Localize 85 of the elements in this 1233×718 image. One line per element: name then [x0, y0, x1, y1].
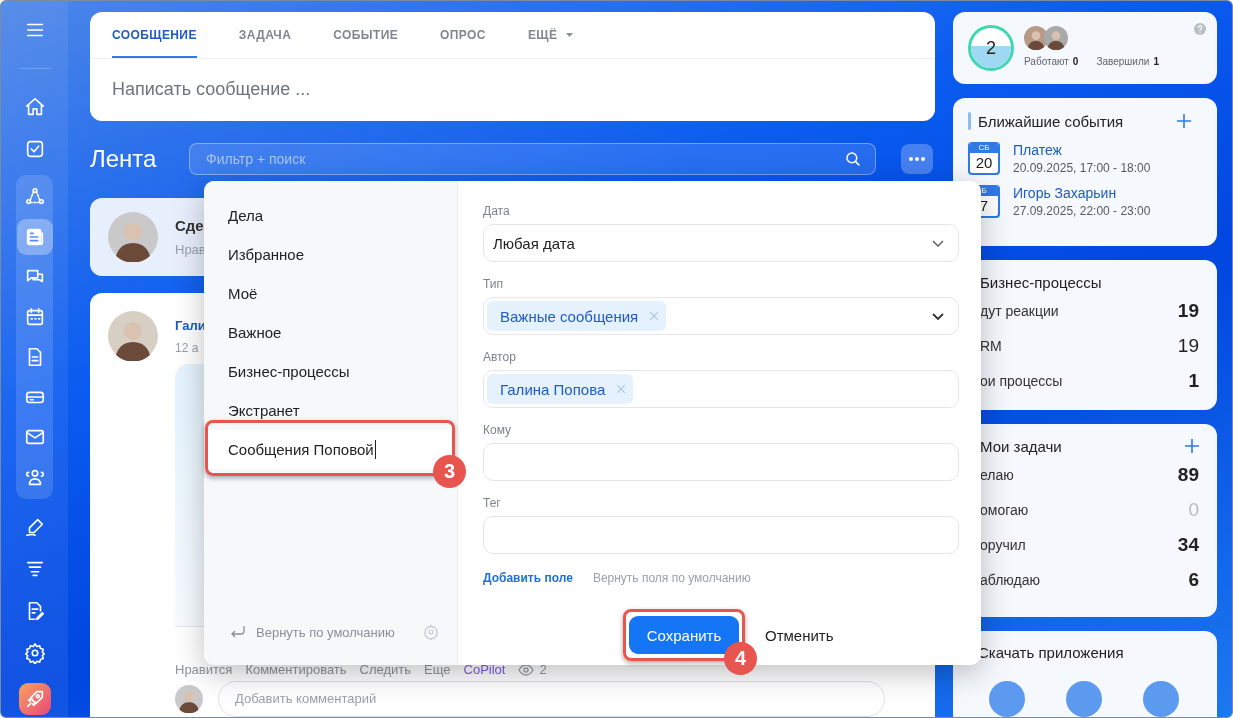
- settings-icon: [23, 642, 46, 664]
- more-button[interactable]: [901, 144, 933, 175]
- copilot-link[interactable]: CoPilot: [463, 662, 506, 678]
- undo-icon: [230, 625, 246, 639]
- filter-preset[interactable]: Моё: [204, 274, 457, 313]
- page-title: Лента: [90, 145, 158, 174]
- counter-label[interactable]: RM: [980, 337, 1002, 354]
- filter-preset[interactable]: Экстранет: [204, 391, 457, 430]
- counter-value: 89: [1177, 463, 1199, 486]
- event-link[interactable]: Платеж: [1013, 142, 1151, 159]
- counter-label[interactable]: аблюдаю: [980, 571, 1040, 588]
- input-field[interactable]: [483, 443, 959, 481]
- save-button[interactable]: Сохранить: [629, 616, 739, 654]
- counter-ring: 2: [968, 25, 1014, 72]
- chevron-icon: [932, 239, 944, 247]
- filter-preset[interactable]: Важное: [204, 313, 457, 352]
- event-link[interactable]: Игорь Захарьин: [1013, 185, 1151, 202]
- avatar: [108, 311, 158, 361]
- counter-label[interactable]: елаю: [980, 466, 1014, 483]
- tab[interactable]: ЕЩЁ: [527, 12, 574, 58]
- card-title: Ближайшие события: [978, 112, 1124, 130]
- nav-button[interactable]: [16, 219, 53, 255]
- counter-value: 0: [1188, 498, 1199, 521]
- tab[interactable]: ОПРОС: [440, 12, 486, 58]
- card-title: Скачать приложения: [978, 643, 1124, 661]
- counter-value: 19: [1177, 299, 1199, 322]
- post-title: Сде: [175, 217, 205, 235]
- eye-icon: [518, 664, 535, 676]
- tab[interactable]: ЗАДАЧА: [238, 12, 292, 58]
- counter-value: 34: [1177, 533, 1199, 556]
- pen-icon: [23, 516, 46, 538]
- app-icon[interactable]: [1065, 681, 1102, 717]
- cancel-button[interactable]: Отменить: [765, 626, 834, 644]
- stat-label: Работают: [1024, 55, 1069, 67]
- more-icon: [909, 157, 925, 162]
- tag-field[interactable]: Важные сообщения: [483, 297, 959, 335]
- app-icon[interactable]: [988, 681, 1025, 717]
- add-icon[interactable]: [1185, 439, 1199, 453]
- event-time: 20.09.2025, 17:00 - 18:00: [1013, 161, 1151, 176]
- comment-field[interactable]: Добавить комментарий: [218, 681, 885, 717]
- card-title: Мои задачи: [980, 437, 1062, 455]
- field-label: Тег: [483, 496, 502, 510]
- counter-label[interactable]: ои процессы: [980, 372, 1063, 389]
- counter-value: 6: [1188, 568, 1199, 591]
- nav-button[interactable]: [18, 683, 51, 715]
- reset-link[interactable]: Вернуть по умолчанию: [256, 624, 395, 640]
- field-label: Автор: [483, 350, 517, 364]
- add-icon[interactable]: [1177, 114, 1191, 129]
- app-icon[interactable]: [1142, 681, 1179, 717]
- stat-count: 1: [1153, 55, 1159, 67]
- counter-label[interactable]: омогаю: [980, 501, 1029, 518]
- post-meta: Нрав: [175, 242, 206, 258]
- date-select[interactable]: Любая дата: [483, 224, 959, 262]
- chevron-icon: [932, 312, 944, 320]
- filter-preset[interactable]: Бизнес-процессы: [204, 352, 457, 391]
- avatar: [175, 685, 203, 713]
- message-input[interactable]: Написать сообщение ...: [112, 79, 913, 100]
- counter-label[interactable]: оручил: [980, 536, 1026, 553]
- add-field-link[interactable]: Добавить поле: [483, 571, 573, 585]
- card-title: Бизнес-процессы: [980, 273, 1102, 291]
- avatar: [108, 212, 158, 263]
- event-time: 27.09.2025, 22:00 - 23:00: [1013, 204, 1151, 219]
- action-link[interactable]: Нравится: [175, 662, 233, 678]
- home-icon: [23, 96, 46, 118]
- post-date: 12 а: [175, 341, 200, 355]
- filter-preset[interactable]: Дела: [204, 196, 457, 235]
- counter-value: 1: [1188, 369, 1199, 392]
- counter-value: 19: [1177, 334, 1199, 357]
- avatar: [1044, 25, 1068, 50]
- view-count: 2: [539, 662, 547, 678]
- search-icon[interactable]: [844, 150, 862, 169]
- field-label: Кому: [483, 423, 513, 437]
- tab[interactable]: СОБЫТИЕ: [333, 12, 399, 58]
- stat-label: Завершили: [1096, 55, 1150, 67]
- tag-field[interactable]: Галина Попова: [483, 370, 959, 408]
- tag-chip[interactable]: Галина Попова: [487, 374, 634, 404]
- calendar-date: СБ 20: [968, 142, 1000, 176]
- tag-chip[interactable]: Важные сообщения: [487, 301, 667, 331]
- filter-preset[interactable]: Избранное: [204, 235, 457, 274]
- stat-count: 0: [1072, 55, 1079, 67]
- help-icon[interactable]: [1194, 23, 1206, 35]
- caret-icon: [566, 33, 574, 37]
- field-label: Тип: [483, 277, 504, 291]
- field-label: Дата: [483, 204, 511, 218]
- input-field[interactable]: [483, 516, 959, 554]
